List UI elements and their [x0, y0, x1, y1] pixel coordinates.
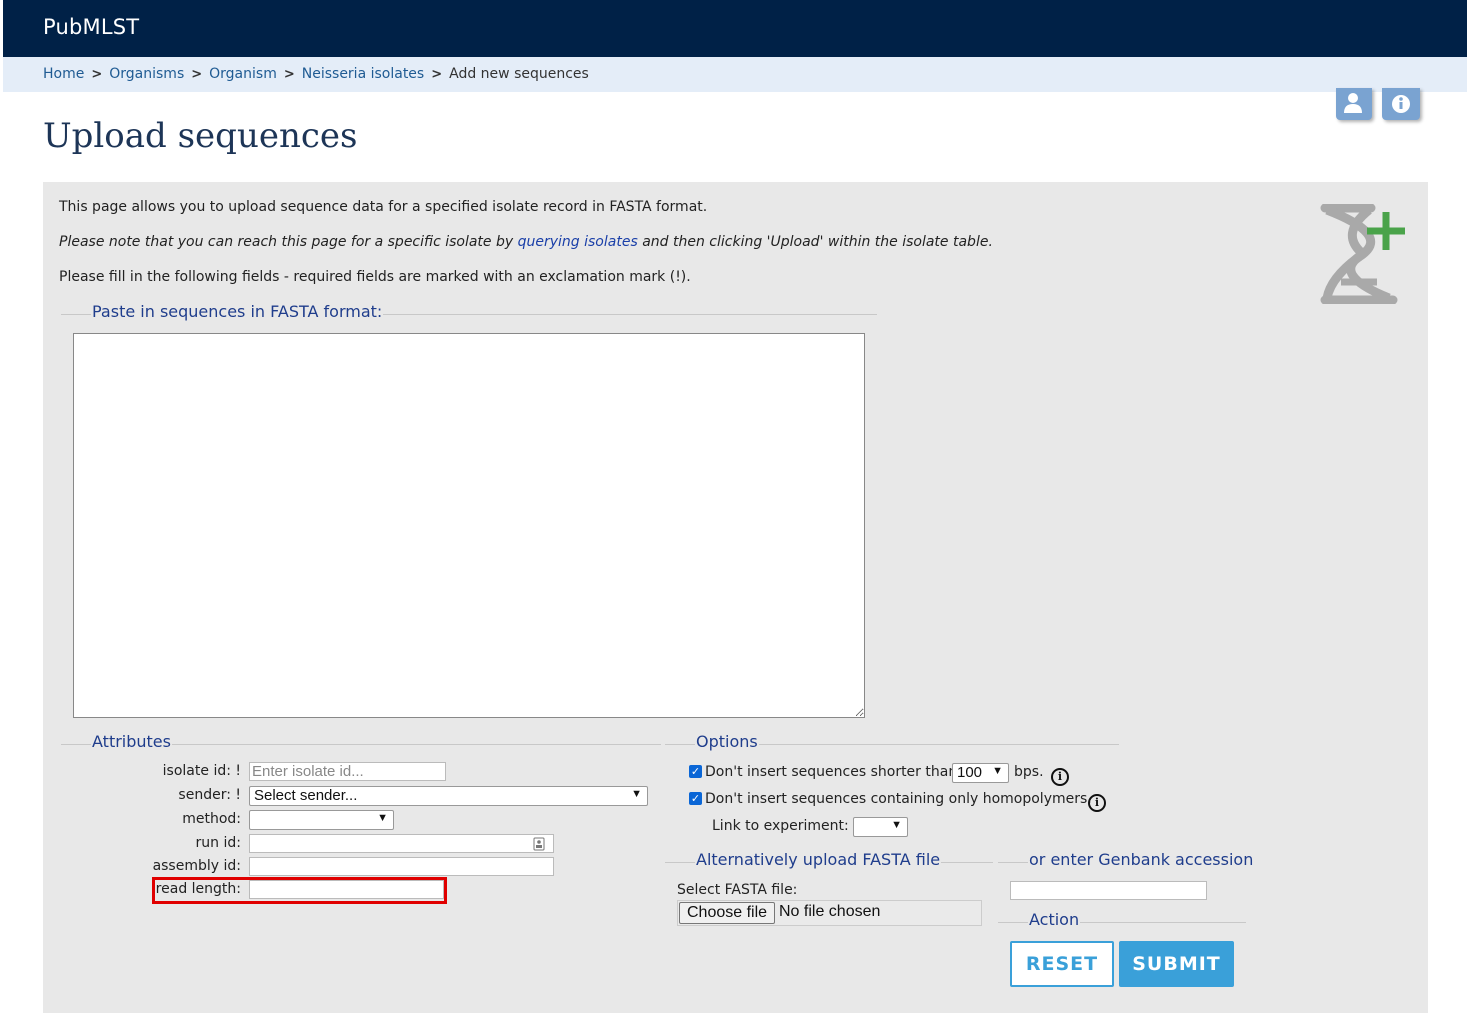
intro-note-text: and then clicking 'Upload' within the is… [637, 234, 993, 250]
highlight-box [152, 877, 447, 904]
run-id-input[interactable] [249, 834, 554, 853]
contact-card-icon [533, 837, 545, 851]
file-status: No file chosen [779, 903, 881, 920]
intro-note-text: Please note that you can reach this page… [59, 234, 518, 250]
choose-file-button[interactable]: Choose file [679, 902, 776, 924]
min-length-label: Don't insert sequences shorter than [705, 764, 958, 780]
sender-select[interactable]: Select sender... ▼ [249, 786, 648, 806]
homopolymers-checkbox[interactable]: ✓ [689, 792, 702, 805]
assembly-id-input[interactable] [249, 857, 554, 876]
run-id-label: run id: [195, 835, 241, 851]
file-input[interactable]: Choose file No file chosen [677, 900, 982, 926]
user-account-button[interactable] [1336, 88, 1372, 120]
homopolymers-label: Don't insert sequences containing only h… [705, 791, 1092, 807]
intro-note: Please note that you can reach this page… [59, 234, 993, 250]
querying-isolates-link[interactable]: querying isolates [518, 234, 638, 250]
info-tooltip-icon[interactable]: i [1051, 768, 1069, 786]
breadcrumb-neisseria-isolates[interactable]: Neisseria isolates [302, 66, 424, 82]
chevron-down-icon: ▼ [631, 788, 642, 800]
bps-label: bps. [1014, 764, 1044, 780]
info-tooltip-icon[interactable]: i [1088, 794, 1106, 812]
breadcrumb: Home > Organisms > Organism > Neisseria isolat… [3, 57, 1467, 92]
user-icon [1344, 93, 1362, 113]
min-length-selected: 100 [957, 764, 983, 781]
submit-button[interactable]: SUBMIT [1119, 941, 1234, 987]
breadcrumb-home[interactable]: Home [43, 66, 84, 82]
breadcrumb-organism[interactable]: Organism [209, 66, 277, 82]
chevron-down-icon: ▼ [377, 812, 388, 824]
isolate-id-label: isolate id: ! [162, 763, 241, 779]
upload-panel: This page allows you to upload sequence … [43, 182, 1428, 1013]
breadcrumb-separator: > [431, 67, 443, 82]
action-legend: Action [1028, 910, 1081, 929]
genbank-legend: or enter Genbank accession [1028, 850, 1255, 869]
breadcrumb-separator: > [283, 67, 295, 82]
file-upload-legend: Alternatively upload FASTA file [695, 850, 942, 869]
reset-button[interactable]: RESET [1010, 941, 1114, 987]
min-length-select[interactable]: 100 ▼ [952, 763, 1009, 783]
breadcrumb-separator: > [91, 67, 103, 82]
page-title: Upload sequences [43, 116, 358, 156]
isolate-id-input[interactable] [249, 762, 446, 781]
assembly-id-label: assembly id: [152, 858, 241, 874]
breadcrumb-separator: > [191, 67, 203, 82]
top-bar: PubMLST [3, 0, 1467, 57]
experiment-label: Link to experiment: [712, 818, 849, 834]
sender-label: sender: ! [178, 787, 241, 803]
select-file-label: Select FASTA file: [677, 882, 798, 898]
intro-text: This page allows you to upload sequence … [59, 199, 708, 215]
min-length-checkbox[interactable]: ✓ [689, 765, 702, 778]
experiment-select[interactable]: ▼ [853, 817, 908, 837]
fasta-textarea[interactable] [73, 333, 865, 718]
chevron-down-icon: ▼ [891, 819, 902, 831]
info-icon [1392, 95, 1410, 113]
options-legend: Options [695, 732, 759, 751]
genbank-accession-input[interactable] [1010, 881, 1207, 900]
chevron-down-icon: ▼ [992, 765, 1003, 777]
required-fields-note: Please fill in the following fields - re… [59, 269, 691, 285]
method-select[interactable]: ▼ [249, 810, 394, 830]
breadcrumb-organisms[interactable]: Organisms [109, 66, 184, 82]
info-button[interactable] [1382, 88, 1420, 120]
dna-add-icon [1320, 204, 1405, 304]
fasta-legend: Paste in sequences in FASTA format: [91, 302, 384, 321]
sender-selected: Select sender... [254, 787, 358, 804]
site-brand[interactable]: PubMLST [43, 15, 139, 39]
attributes-legend: Attributes [91, 732, 172, 751]
method-label: method: [182, 811, 241, 827]
breadcrumb-current: Add new sequences [449, 66, 589, 82]
